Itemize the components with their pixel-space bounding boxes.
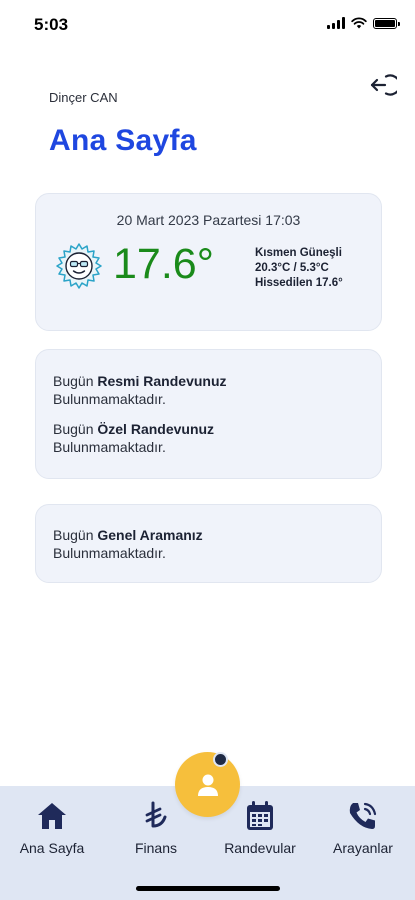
weather-condition: Kısmen Güneşli bbox=[255, 247, 342, 259]
tab-home[interactable]: Ana Sayfa bbox=[2, 786, 102, 866]
page-title: Ana Sayfa bbox=[49, 124, 197, 157]
tab-finans-label: Finans bbox=[134, 840, 178, 856]
official-appointment-heading: Bugün Resmi Randevunuz bbox=[53, 373, 227, 389]
official-appointment-status: Bulunmamaktadır. bbox=[53, 391, 166, 407]
calls-heading: Bugün Genel Aramanız bbox=[53, 527, 203, 543]
private-appointment-heading: Bugün Özel Randevunuz bbox=[53, 421, 214, 437]
logout-button[interactable] bbox=[367, 69, 399, 101]
status-time: 5:03 bbox=[34, 15, 69, 34]
home-indicator bbox=[136, 886, 280, 891]
user-name: Dinçer CAN bbox=[49, 90, 118, 105]
weather-card: 20 Mart 2023 Pazartesi 17:03 17.6° Kısme… bbox=[35, 193, 382, 331]
profile-fab-button[interactable] bbox=[175, 752, 240, 817]
private-prefix: Bugün bbox=[53, 421, 94, 437]
battery-icon bbox=[373, 17, 400, 29]
logout-icon bbox=[370, 74, 397, 96]
weather-date: 20 Mart 2023 Pazartesi 17:03 bbox=[116, 212, 301, 228]
phone-icon bbox=[346, 799, 380, 833]
tab-arayanlar-label: Arayanlar bbox=[333, 840, 393, 856]
weather-details: Kısmen Güneşli 20.3°C / 5.3°C Hissedilen… bbox=[255, 246, 343, 291]
calls-status: Bulunmamaktadır. bbox=[53, 545, 166, 561]
lira-icon bbox=[139, 799, 173, 833]
status-icons bbox=[327, 17, 400, 29]
official-label: Resmi Randevunuz bbox=[97, 373, 227, 389]
tab-randevular-label: Randevular bbox=[224, 840, 296, 856]
partly-sunny-icon bbox=[56, 243, 102, 289]
tab-home-label: Ana Sayfa bbox=[19, 840, 85, 856]
status-bar: 5:03 bbox=[0, 0, 415, 50]
calendar-icon bbox=[243, 799, 277, 833]
weather-range: 20.3°C / 5.3°C bbox=[255, 262, 329, 274]
weather-feels-like: Hissedilen 17.6° bbox=[255, 277, 343, 289]
calls-label: Genel Aramanız bbox=[97, 527, 203, 543]
notification-dot bbox=[213, 752, 228, 767]
calls-card[interactable]: Bugün Genel Aramanız Bulunmamaktadır. bbox=[35, 504, 382, 583]
calls-prefix: Bugün bbox=[53, 527, 94, 543]
signal-icon bbox=[327, 17, 345, 29]
home-icon bbox=[35, 799, 69, 833]
tab-arayanlar[interactable]: Arayanlar bbox=[313, 786, 413, 866]
private-appointment-status: Bulunmamaktadır. bbox=[53, 439, 166, 455]
user-icon bbox=[197, 774, 218, 796]
official-prefix: Bugün bbox=[53, 373, 94, 389]
appointments-card[interactable]: Bugün Resmi Randevunuz Bulunmamaktadır. … bbox=[35, 349, 382, 479]
wifi-icon bbox=[351, 17, 367, 29]
temperature-value: 17.6° bbox=[113, 240, 214, 288]
private-label: Özel Randevunuz bbox=[97, 421, 215, 437]
